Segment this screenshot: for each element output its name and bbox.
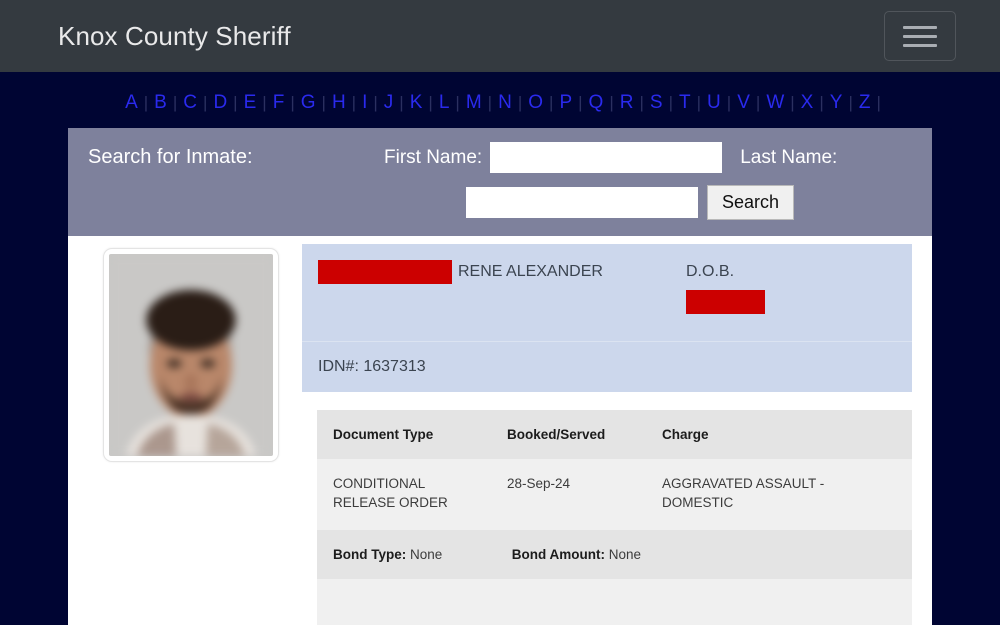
cell-document-type: CONDITIONAL RELEASE ORDER bbox=[333, 476, 448, 510]
documents-table: Document Type Booked/Served Charge CONDI… bbox=[317, 410, 912, 530]
search-panel-title: Search for Inmate: bbox=[88, 146, 253, 168]
alphabet-link-d[interactable]: D bbox=[207, 92, 233, 114]
hamburger-bar-1 bbox=[903, 25, 937, 29]
hamburger-bar-3 bbox=[903, 43, 937, 47]
alphabet-link-a[interactable]: A bbox=[119, 92, 144, 114]
alphabet-link-k[interactable]: K bbox=[404, 92, 429, 114]
alphabet-link-b[interactable]: B bbox=[148, 92, 173, 114]
column-header-document-type: Document Type bbox=[317, 410, 493, 459]
bond-type-value: None bbox=[410, 547, 443, 563]
alphabet-link-l[interactable]: L bbox=[433, 92, 456, 114]
table-row: CONDITIONAL RELEASE ORDER 28-Sep-24 AGGR… bbox=[317, 459, 912, 530]
bond-amount-label: Bond Amount: bbox=[511, 547, 605, 563]
alphabet-link-i[interactable]: I bbox=[356, 92, 373, 114]
cell-booked-served: 28-Sep-24 bbox=[507, 476, 571, 491]
search-button[interactable]: Search bbox=[707, 185, 795, 220]
alphabet-link-v[interactable]: V bbox=[731, 92, 756, 114]
alphabet-link-f[interactable]: F bbox=[267, 92, 291, 114]
first-name-label: First Name: bbox=[384, 146, 483, 168]
documents-table-body: CONDITIONAL RELEASE ORDER 28-Sep-24 AGGR… bbox=[317, 459, 912, 530]
alphabet-separator: | bbox=[876, 93, 881, 112]
alphabet-link-e[interactable]: E bbox=[238, 92, 263, 114]
hamburger-menu-icon[interactable] bbox=[884, 11, 956, 61]
last-name-input[interactable] bbox=[466, 187, 698, 218]
dob-label: D.O.B. bbox=[686, 263, 735, 280]
documents-table-head: Document Type Booked/Served Charge bbox=[317, 410, 912, 459]
alphabet-link-c[interactable]: C bbox=[177, 92, 203, 114]
inmate-record: RENE ALEXANDER D.O.B. IDN#: 1637313 Docu… bbox=[68, 236, 932, 625]
alphabet-link-o[interactable]: O bbox=[522, 92, 549, 114]
hamburger-bar-2 bbox=[903, 34, 937, 38]
inmate-info-column: RENE ALEXANDER D.O.B. IDN#: 1637313 Docu… bbox=[302, 244, 912, 625]
redacted-dob-value bbox=[686, 290, 765, 314]
mugshot-column bbox=[88, 244, 302, 625]
documents-card: Document Type Booked/Served Charge CONDI… bbox=[317, 410, 912, 625]
inmate-identity-panel: RENE ALEXANDER D.O.B. bbox=[302, 244, 912, 341]
alphabet-link-r[interactable]: R bbox=[614, 92, 640, 114]
bond-info-row: Bond Type: None Bond Amount: None bbox=[317, 530, 912, 580]
alphabet-link-s[interactable]: S bbox=[644, 92, 669, 114]
alphabet-nav: A | B | C | D | E | F | G | H | I | J | K | L | M | N | O | P | Q | R | S | T |… bbox=[0, 72, 1000, 128]
alphabet-link-n[interactable]: N bbox=[492, 92, 518, 114]
alphabet-link-g[interactable]: G bbox=[295, 92, 322, 114]
alphabet-link-t[interactable]: T bbox=[673, 92, 697, 114]
dob-block: D.O.B. bbox=[686, 260, 896, 319]
alphabet-link-h[interactable]: H bbox=[326, 92, 352, 114]
first-name-input[interactable] bbox=[490, 142, 723, 173]
bond-amount: Bond Amount: None bbox=[512, 547, 641, 562]
alphabet-link-w[interactable]: W bbox=[760, 92, 790, 114]
alphabet-link-j[interactable]: J bbox=[378, 92, 400, 114]
cell-charge: AGGRAVATED ASSAULT - DOMESTIC bbox=[662, 476, 825, 510]
alphabet-link-q[interactable]: Q bbox=[583, 92, 610, 114]
redacted-last-name bbox=[318, 260, 452, 284]
last-name-label: Last Name: bbox=[740, 146, 838, 168]
column-header-charge: Charge bbox=[648, 410, 912, 459]
bond-type-label: Bond Type: bbox=[333, 547, 407, 563]
site-brand-title: Knox County Sheriff bbox=[58, 20, 291, 51]
table-header-row: Document Type Booked/Served Charge bbox=[317, 410, 912, 459]
alphabet-link-p[interactable]: P bbox=[553, 92, 578, 114]
mugshot-frame bbox=[103, 248, 279, 462]
top-navbar: Knox County Sheriff bbox=[0, 0, 1000, 72]
alphabet-link-x[interactable]: X bbox=[795, 92, 820, 114]
column-header-booked-served: Booked/Served bbox=[493, 410, 648, 459]
alphabet-link-y[interactable]: Y bbox=[824, 92, 849, 114]
page-container: Search for Inmate: First Name: Last Name… bbox=[68, 128, 932, 625]
inmate-idn: IDN#: 1637313 bbox=[302, 341, 912, 392]
inmate-mugshot-image bbox=[109, 254, 273, 456]
inmate-search-panel: Search for Inmate: First Name: Last Name… bbox=[68, 128, 932, 236]
bond-amount-value: None bbox=[608, 547, 642, 563]
bond-type: Bond Type: None bbox=[333, 547, 508, 562]
alphabet-link-m[interactable]: M bbox=[460, 92, 488, 114]
alphabet-link-u[interactable]: U bbox=[701, 92, 727, 114]
inmate-name: RENE ALEXANDER bbox=[458, 263, 603, 280]
alphabet-link-z[interactable]: Z bbox=[853, 92, 877, 114]
